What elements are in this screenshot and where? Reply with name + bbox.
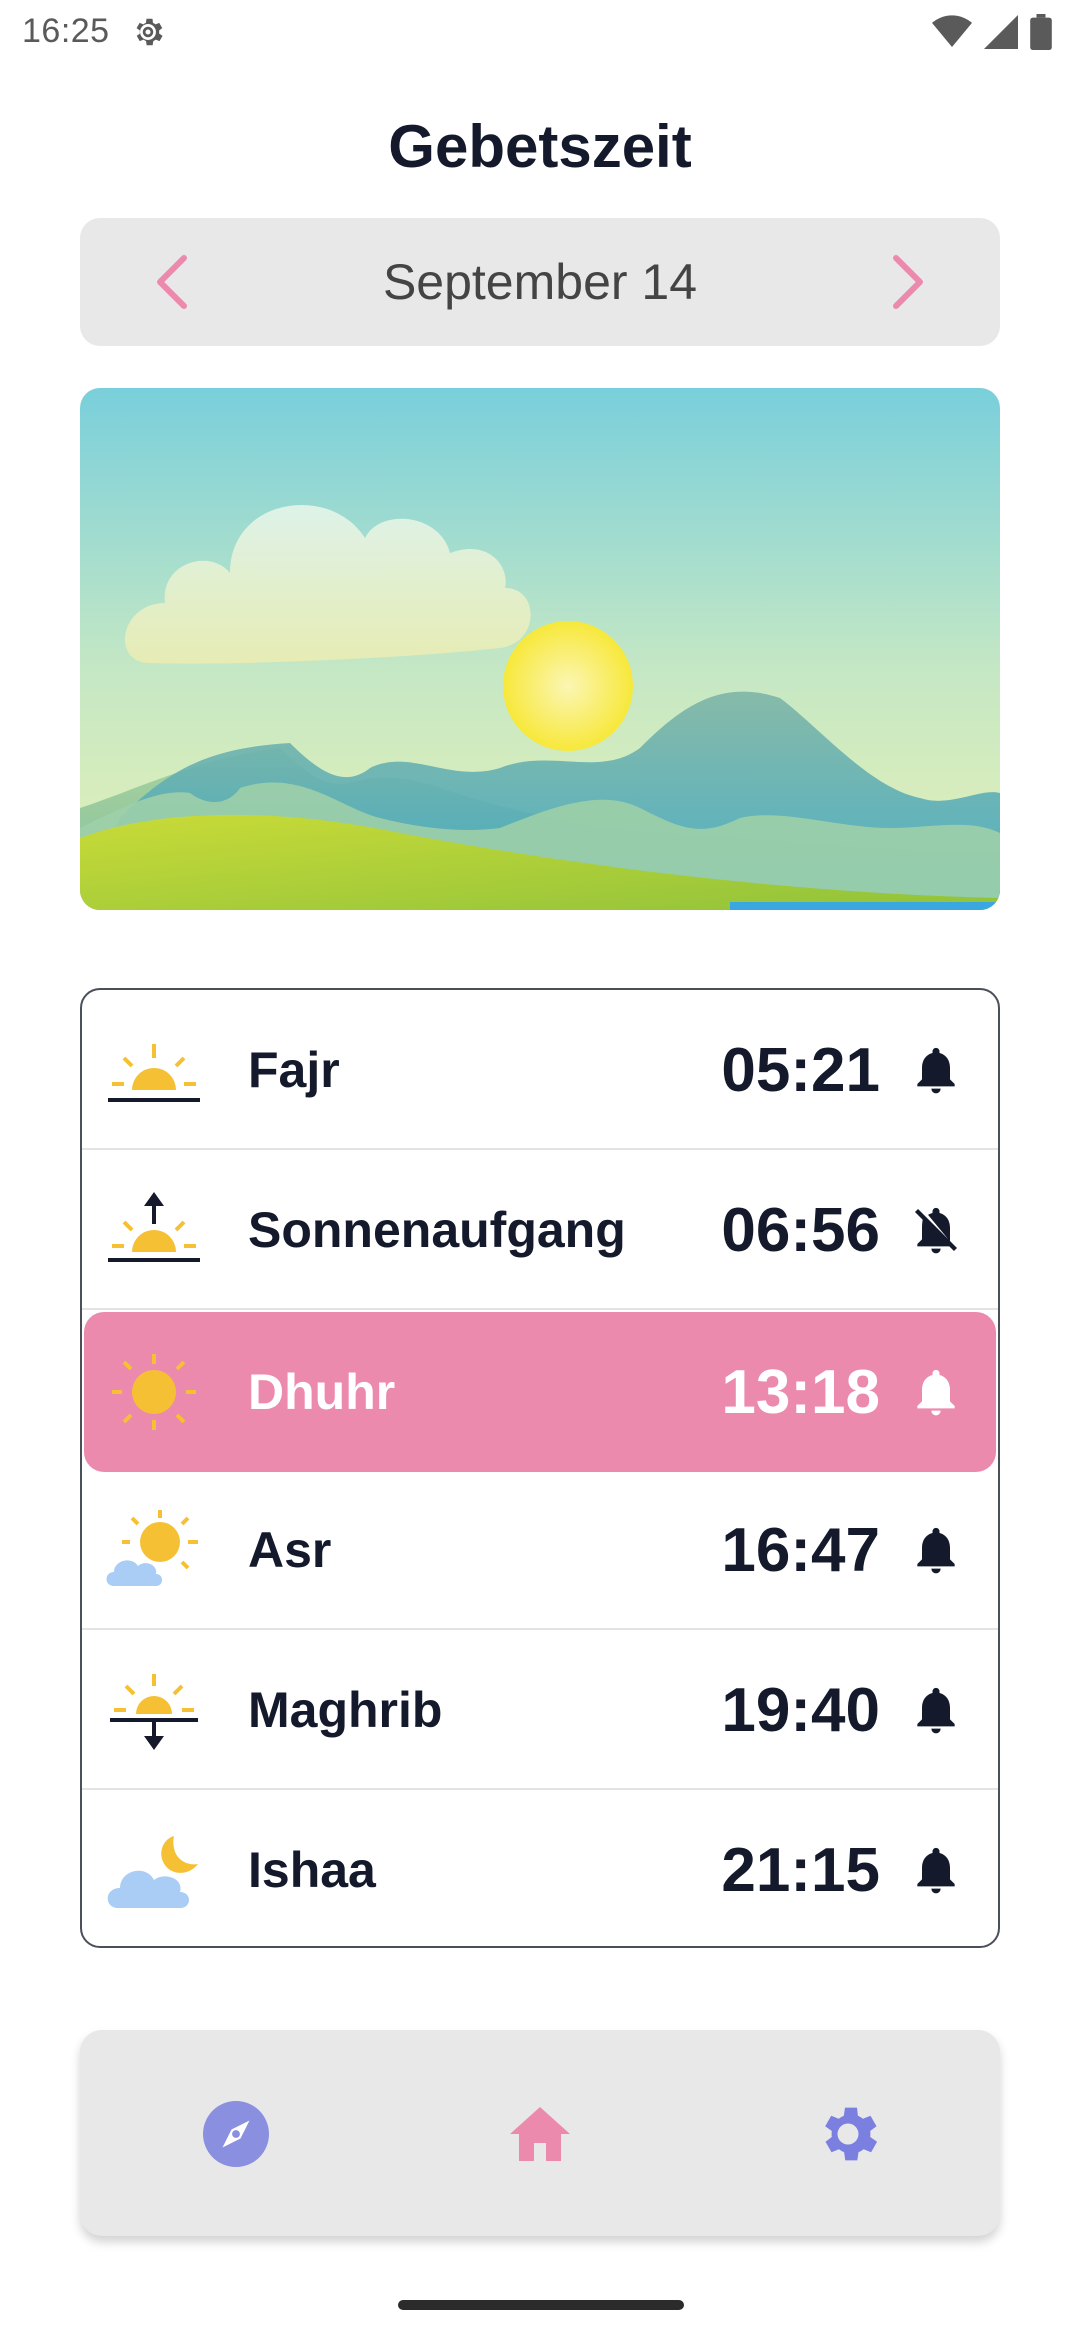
bell-off-icon[interactable] [908,1202,964,1258]
prayer-row-ishaa[interactable]: Ishaa 21:15 [82,1790,998,1946]
prayer-row-fajr[interactable]: Fajr 05:21 [82,990,998,1150]
chevron-right-icon [893,255,923,309]
prayer-time: 21:15 [721,1835,880,1905]
nav-compass-button[interactable] [200,2098,272,2170]
prayer-times-list: Fajr 05:21 Sonnenaufgang 06:56 Dhuhr 13:… [80,988,1000,1948]
next-day-button[interactable] [876,250,940,314]
compass-icon [203,2101,269,2167]
wifi-icon [932,15,972,48]
prayer-name: Dhuhr [248,1364,396,1420]
settings-icon [825,2107,878,2161]
bell-icon[interactable] [908,1682,964,1738]
previous-day-button[interactable] [140,250,204,314]
prayer-row-maghrib[interactable]: Maghrib 19:40 [82,1630,998,1790]
home-indicator[interactable] [398,2300,684,2310]
page-title: Gebetszeit [388,113,692,180]
sun-icon [112,1354,196,1430]
prayer-time: 19:40 [721,1675,880,1745]
prayer-name: Fajr [248,1042,340,1098]
prayer-row-dhuhr[interactable]: Dhuhr 13:18 [84,1312,996,1472]
bell-icon[interactable] [908,1042,964,1098]
prayer-name: Asr [248,1522,332,1578]
date-navigator: September 14 [80,218,1000,346]
bottom-navigation [80,2030,1000,2236]
status-time: 16:25 [22,12,110,50]
nav-home-button[interactable] [504,2098,576,2170]
bell-icon[interactable] [908,1522,964,1578]
landscape-illustration [80,388,1000,910]
prayer-time: 13:18 [721,1357,880,1427]
prayer-row-sonnenaufgang[interactable]: Sonnenaufgang 06:56 [82,1150,998,1310]
sun-shape [503,621,633,751]
prayer-name: Maghrib [248,1682,443,1738]
sunset-icon [110,1674,198,1750]
prayer-time: 06:56 [721,1195,880,1265]
prayer-time: 16:47 [721,1515,880,1585]
nav-settings-button[interactable] [812,2098,884,2170]
home-icon [510,2107,570,2161]
bell-icon[interactable] [908,1842,964,1898]
prayer-name: Sonnenaufgang [248,1202,626,1258]
status-bar: 16:25 [0,0,1080,64]
moon-cloud-icon [107,1836,198,1908]
settings-gear-icon [136,18,163,46]
bell-icon[interactable] [908,1364,964,1420]
chevron-left-icon [157,255,187,309]
signal-icon [984,15,1018,49]
dawn-sun-icon [108,1044,200,1102]
prayer-time: 05:21 [721,1035,880,1105]
sunrise-icon [108,1192,200,1262]
current-date: September 14 [382,254,698,310]
battery-icon [1030,14,1052,50]
prayer-row-asr[interactable]: Asr 16:47 [82,1470,998,1630]
prayer-name: Ishaa [248,1842,376,1898]
sun-cloud-icon [106,1510,198,1586]
